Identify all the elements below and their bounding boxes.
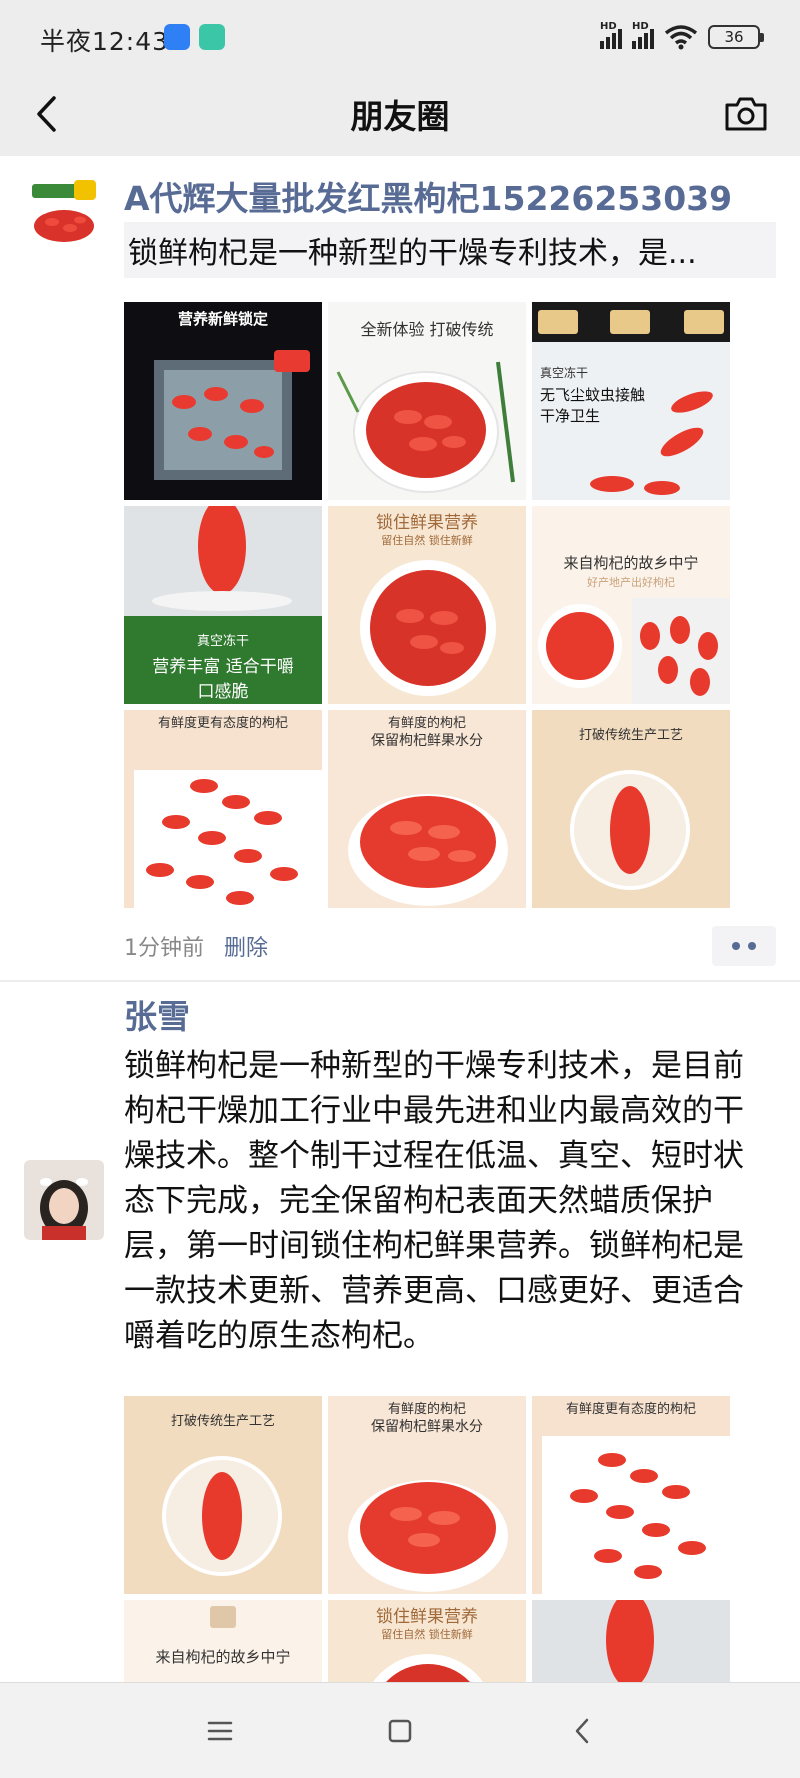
image-subcaption: 留住自然 锁住新鲜 (381, 1628, 473, 1641)
wifi-icon (664, 25, 698, 50)
recent-apps-button[interactable] (198, 1709, 242, 1753)
post-time: 1分钟前 (124, 936, 204, 961)
post-image[interactable]: 真空冻干 营养丰富 适合干嚼口感脆 (124, 506, 322, 704)
post-meta: 1分钟前 删除 (124, 926, 268, 966)
image-subcaption: 保留枸杞鲜果水分 (371, 733, 483, 749)
home-square-icon (388, 1719, 412, 1743)
post-image[interactable]: 营养新鲜锁定 (124, 302, 322, 500)
image-subcaption: 营养丰富 适合干嚼口感脆 (152, 657, 294, 702)
home-button[interactable] (378, 1709, 422, 1753)
image-caption: 打破传统生产工艺 (170, 1414, 275, 1429)
signal-icon-2: HD (632, 21, 654, 49)
status-bar: 半夜12:43 HD HD 36 (0, 0, 800, 72)
image-caption: 有鲜度的枸杞 (387, 1402, 466, 1417)
camera-button[interactable] (718, 88, 774, 140)
dot-icon (732, 942, 740, 950)
nav-bar: 朋友圈 (0, 72, 800, 156)
image-caption: 真空冻干 (540, 366, 589, 380)
system-back-button[interactable] (560, 1709, 604, 1753)
post-image[interactable]: 有鲜度的枸杞 保留枸杞鲜果水分 (328, 1396, 526, 1594)
post-image[interactable]: 锁住鲜果营养 留住自然 锁住新鲜 (328, 1600, 526, 1682)
battery-level: 36 (724, 28, 744, 46)
shared-link-box[interactable]: 锁鲜枸杞是一种新型的干燥专利技术，是... (124, 222, 776, 278)
post-author[interactable]: 张雪 (124, 990, 190, 1038)
chevron-left-icon (575, 1718, 589, 1744)
post-image[interactable]: 有鲜度更有态度的枸杞 (124, 710, 322, 908)
post-image[interactable]: 来自枸杞的故乡中宁 (124, 1600, 322, 1682)
battery-icon: 36 (708, 25, 764, 49)
image-subcaption: 保留枸杞鲜果水分 (371, 1419, 483, 1435)
signal-icon: HD (600, 21, 622, 49)
post-image[interactable] (532, 1600, 730, 1682)
image-caption: 真空冻干 (196, 634, 249, 649)
camera-icon (725, 97, 767, 131)
post-image[interactable]: 有鲜度更有态度的枸杞 (532, 1396, 730, 1594)
image-caption: 来自枸杞的故乡中宁 (155, 1648, 291, 1666)
menu-icon (207, 1721, 233, 1741)
image-caption: 有鲜度更有态度的枸杞 (565, 1402, 696, 1417)
system-nav-bar (0, 1682, 800, 1778)
image-grid: 营养新鲜锁定 全新体验 打破传统 真空冻干 无飞尘蚊虫接触 干净卫生 真空冻干 … (124, 302, 730, 908)
moment-post-2: 张雪 锁鲜枸杞是一种新型的干燥专利技术，是目前枸杞干燥加工行业中最先进和业内最高… (0, 982, 800, 1682)
dot-icon (748, 942, 756, 950)
post-image[interactable]: 有鲜度的枸杞 保留枸杞鲜果水分 (328, 710, 526, 908)
image-caption: 锁住鲜果营养 (376, 513, 478, 533)
image-caption: 来自枸杞的故乡中宁 (563, 554, 699, 572)
post-image[interactable]: 真空冻干 无飞尘蚊虫接触 干净卫生 (532, 302, 730, 500)
image-caption: 打破传统生产工艺 (578, 728, 683, 743)
post-image[interactable]: 锁住鲜果营养 留住自然 锁住新鲜 (328, 506, 526, 704)
post-author[interactable]: A代辉大量批发红黑枸杞15226253039 (124, 172, 732, 220)
image-subcaption: 好产地产出好枸杞 (587, 576, 675, 589)
calendar-app-icon (199, 24, 225, 50)
image-grid: 打破传统生产工艺 有鲜度的枸杞 保留枸杞鲜果水分 有鲜度更有态度的枸杞 来自枸杞… (124, 1396, 730, 1682)
avatar[interactable] (24, 170, 104, 250)
page-title: 朋友圈 (350, 97, 450, 136)
image-subcaption: 无飞尘蚊虫接触 干净卫生 (540, 386, 646, 425)
status-indicators: HD HD 36 (600, 21, 764, 52)
delete-link[interactable]: 删除 (224, 930, 268, 962)
post-image[interactable]: 打破传统生产工艺 (124, 1396, 322, 1594)
post-image[interactable]: 打破传统生产工艺 (532, 710, 730, 908)
image-caption: 营养新鲜锁定 (177, 310, 268, 328)
more-actions-button[interactable] (712, 926, 776, 966)
post-image[interactable]: 来自枸杞的故乡中宁 好产地产出好枸杞 (532, 506, 730, 704)
image-subcaption: 留住自然 锁住新鲜 (381, 534, 473, 547)
image-caption: 有鲜度的枸杞 (387, 716, 466, 731)
image-caption: 锁住鲜果营养 (376, 1607, 478, 1627)
status-time: 半夜12:43 (40, 27, 170, 56)
image-caption: 有鲜度更有态度的枸杞 (157, 716, 288, 731)
image-caption: 全新体验 打破传统 (360, 320, 494, 339)
moment-post: A代辉大量批发红黑枸杞15226253039 锁鲜枸杞是一种新型的干燥专利技术，… (0, 156, 800, 980)
notification-app-icon (164, 24, 190, 50)
post-image[interactable]: 全新体验 打破传统 (328, 302, 526, 500)
post-text: 锁鲜枸杞是一种新型的干燥专利技术，是目前枸杞干燥加工行业中最先进和业内最高效的干… (124, 1048, 744, 1354)
